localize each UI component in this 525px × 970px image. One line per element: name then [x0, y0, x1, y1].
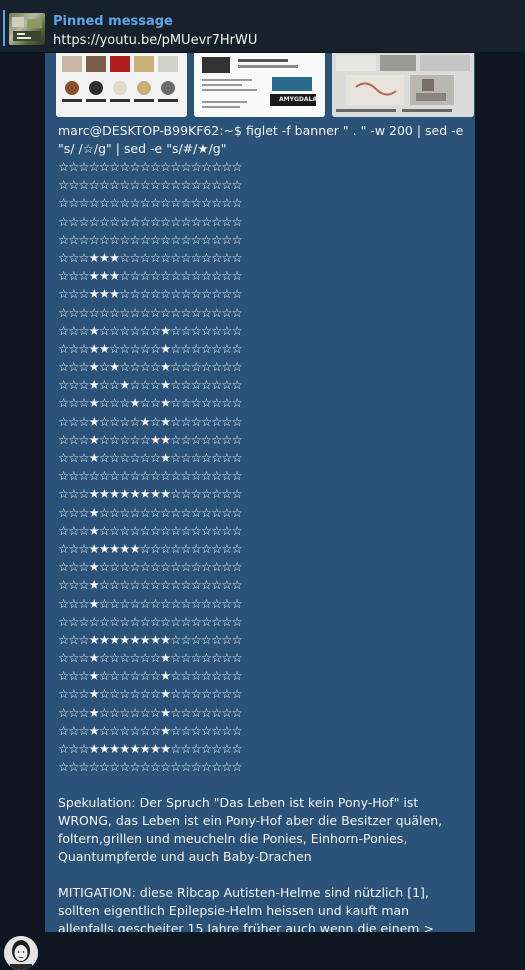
thumbnail-caption: AMYGDALA: [279, 96, 317, 103]
media-thumbnail-3[interactable]: [332, 53, 474, 117]
star-banner-row: ☆☆☆★☆☆☆☆☆☆★☆☆☆☆☆☆☆: [58, 668, 243, 684]
star-banner-row: ☆☆☆★☆☆☆★☆☆★☆☆☆☆☆☆☆: [58, 395, 243, 411]
message-paragraph-speculation: Spekulation: Der Spruch "Das Leben ist k…: [58, 795, 443, 865]
message-paragraph-mitigation: MITIGATION: diese Ribcap Autisten-Helme …: [58, 885, 434, 932]
pinned-indicator: [3, 10, 5, 46]
photo-grid-thumbnail-icon: [56, 53, 187, 117]
star-banner-row: ☆☆☆★☆☆☆☆☆☆★☆☆☆☆☆☆☆: [58, 722, 243, 738]
star-banner-row: ☆☆☆★☆☆☆☆☆☆☆☆☆☆☆☆☆☆: [58, 559, 243, 575]
star-banner-row: ☆☆☆★★★☆☆☆☆☆☆☆☆☆☆☆☆: [58, 268, 243, 284]
star-banner-row: ☆☆☆★☆☆☆☆☆☆★☆☆☆☆☆☆☆: [58, 322, 243, 338]
star-banner: ☆☆☆☆☆☆☆☆☆☆☆☆☆☆☆☆☆☆ ☆☆☆☆☆☆☆☆☆☆☆☆☆☆☆☆☆☆ ☆☆☆☆…: [58, 158, 468, 776]
star-banner-row: ☆☆☆☆☆☆☆☆☆☆☆☆☆☆☆☆☆☆: [58, 759, 243, 775]
star-banner-row: ☆☆☆★☆★☆☆☆☆★☆☆☆☆☆☆☆: [58, 359, 243, 375]
star-banner-row: ☆☆☆☆☆☆☆☆☆☆☆☆☆☆☆☆☆☆: [58, 231, 243, 247]
star-banner-row: ☆☆☆☆☆☆☆☆☆☆☆☆☆☆☆☆☆☆: [58, 213, 243, 229]
star-banner-row: ☆☆☆★★★★★★★★☆☆☆☆☆☆☆: [58, 741, 243, 756]
star-banner-row: ☆☆☆★☆☆☆☆☆☆☆☆☆☆☆☆☆☆: [58, 522, 243, 538]
terminal-command: marc@DESKTOP-B99KF62:~$ figlet -f banner…: [58, 123, 464, 156]
star-banner-row: ☆☆☆★★★☆☆☆☆☆☆☆☆☆☆☆☆: [58, 249, 243, 265]
star-banner-row: ☆☆☆★☆☆☆☆★☆★☆☆☆☆☆☆☆: [58, 413, 243, 429]
chat-area[interactable]: AMYGDALA marc@DESKTOP-B99KF62:~$ figlet …: [0, 53, 525, 970]
media-thumbnail-1[interactable]: [56, 53, 187, 117]
message-text: marc@DESKTOP-B99KF62:~$ figlet -f banner…: [58, 122, 468, 932]
pinned-message-bar[interactable]: Pinned message https://youtu.be/pMUevr7H…: [0, 0, 525, 53]
star-banner-row: ☆☆☆★★★★★☆☆☆☆☆☆☆☆☆☆: [58, 540, 243, 556]
star-banner-row: ☆☆☆☆☆☆☆☆☆☆☆☆☆☆☆☆☆☆: [58, 468, 243, 484]
star-banner-row: ☆☆☆★☆☆☆☆☆☆☆☆☆☆☆☆☆☆: [58, 504, 243, 520]
pinned-thumbnail: [9, 13, 45, 45]
sender-avatar[interactable]: [4, 936, 38, 970]
star-banner-row: ☆☆☆★★★☆☆☆☆☆☆☆☆☆☆☆☆: [58, 286, 243, 302]
media-thumbnails: AMYGDALA: [56, 53, 474, 117]
document-thumbnail-icon: [194, 53, 325, 117]
star-banner-row: ☆☆☆☆☆☆☆☆☆☆☆☆☆☆☆☆☆☆: [58, 304, 243, 320]
user-avatar-icon: [4, 936, 38, 970]
star-banner-row: ☆☆☆☆☆☆☆☆☆☆☆☆☆☆☆☆☆☆: [58, 177, 243, 193]
message-bubble: AMYGDALA marc@DESKTOP-B99KF62:~$ figlet …: [45, 53, 475, 932]
pinned-link[interactable]: https://youtu.be/pMUevr7HrWU: [53, 33, 257, 48]
star-banner-row: ☆☆☆☆☆☆☆☆☆☆☆☆☆☆☆☆☆☆: [58, 195, 243, 211]
star-banner-row: ☆☆☆★☆☆★☆☆☆★☆☆☆☆☆☆☆: [58, 377, 243, 393]
star-banner-row: ☆☆☆★☆☆☆☆☆☆☆☆☆☆☆☆☆☆: [58, 577, 243, 593]
star-banner-row: ☆☆☆☆☆☆☆☆☆☆☆☆☆☆☆☆☆☆: [58, 159, 243, 174]
star-banner-row: ☆☆☆★☆☆☆☆☆☆★☆☆☆☆☆☆☆: [58, 450, 243, 465]
star-banner-row: ☆☆☆★☆☆☆☆☆☆☆☆☆☆☆☆☆☆: [58, 595, 243, 611]
media-thumbnail-2[interactable]: AMYGDALA: [194, 53, 325, 117]
star-banner-row: ☆☆☆☆☆☆☆☆☆☆☆☆☆☆☆☆☆☆: [58, 613, 243, 629]
photo-thumbnail-icon: [332, 53, 474, 117]
star-banner-row: ☆☆☆★☆☆☆☆☆☆★☆☆☆☆☆☆☆: [58, 704, 243, 720]
star-banner-row: ☆☆☆★★★★★★★★☆☆☆☆☆☆☆: [58, 486, 243, 502]
star-banner-row: ☆☆☆★★☆☆☆☆☆★☆☆☆☆☆☆☆: [58, 340, 243, 356]
pinned-title: Pinned message: [53, 14, 173, 29]
star-banner-row: ☆☆☆★☆☆☆☆☆☆★☆☆☆☆☆☆☆: [58, 686, 243, 702]
star-banner-row: ☆☆☆★☆☆☆☆☆☆★☆☆☆☆☆☆☆: [58, 650, 243, 666]
star-banner-row: ☆☆☆★★★★★★★★☆☆☆☆☆☆☆: [58, 631, 243, 647]
star-banner-row: ☆☆☆★☆☆☆☆☆★★☆☆☆☆☆☆☆: [58, 431, 243, 447]
